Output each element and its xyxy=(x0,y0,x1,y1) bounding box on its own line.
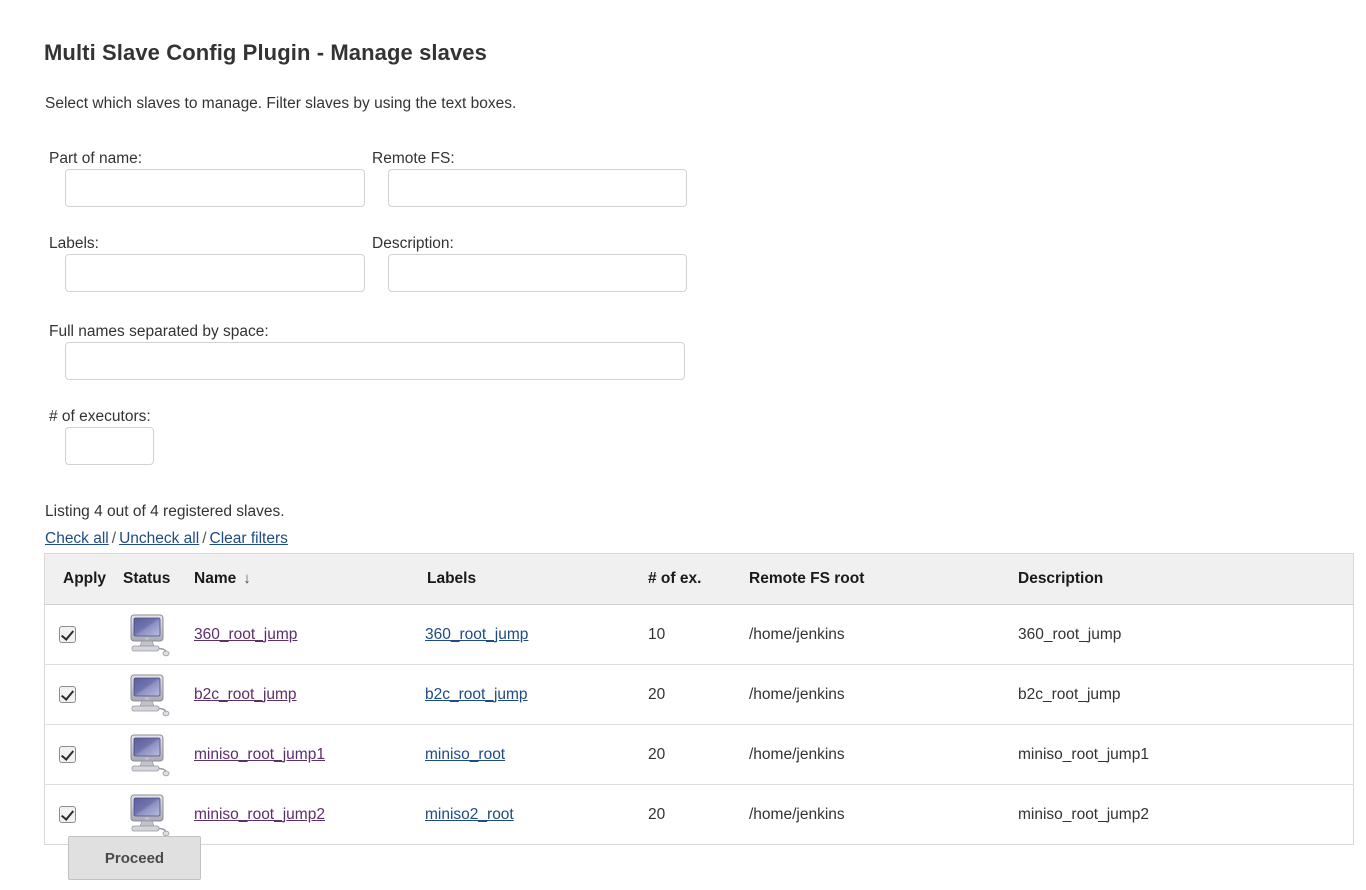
manage-slaves-page: Multi Slave Config Plugin - Manage slave… xyxy=(0,0,1366,890)
remote-fs-root-cell: /home/jenkins xyxy=(749,665,1018,725)
executors-cell: 20 xyxy=(648,725,749,785)
apply-cell xyxy=(45,605,118,665)
remote-fs-label: Remote FS: xyxy=(372,150,455,168)
column-header-apply-label: Apply xyxy=(59,570,117,588)
column-header-description-label: Description xyxy=(1018,570,1353,588)
status-cell xyxy=(117,725,194,785)
labels-input[interactable] xyxy=(65,254,365,292)
bulk-action-links: Check all/Uncheck all/Clear filters xyxy=(45,530,288,548)
full-names-label: Full names separated by space: xyxy=(49,323,269,341)
remote-fs-input[interactable] xyxy=(388,169,687,207)
description-cell: 360_root_jump xyxy=(1018,605,1354,665)
description-cell: b2c_root_jump xyxy=(1018,665,1354,725)
table-header-row: Apply Status Name↓ Labels # of ex. Remot… xyxy=(45,554,1354,605)
description-input[interactable] xyxy=(388,254,687,292)
slave-label-link[interactable]: 360_root_jump xyxy=(425,626,528,643)
slave-label-link[interactable]: miniso_root xyxy=(425,746,505,763)
slave-name-link[interactable]: miniso_root_jump1 xyxy=(194,746,325,763)
slave-name-link[interactable]: b2c_root_jump xyxy=(194,686,297,703)
labels-cell: 360_root_jump xyxy=(425,605,648,665)
part-of-name-input[interactable] xyxy=(65,169,365,207)
check-all-link[interactable]: Check all xyxy=(45,530,109,547)
description-cell: miniso_root_jump2 xyxy=(1018,785,1354,845)
sort-descending-icon[interactable]: ↓ xyxy=(236,570,251,587)
column-header-name[interactable]: Name↓ xyxy=(194,554,425,605)
column-header-status[interactable]: Status xyxy=(117,554,194,605)
apply-checkbox[interactable] xyxy=(59,746,76,763)
computer-monitor-icon xyxy=(117,793,193,837)
table-row: miniso_root_jump1 miniso_root 20/home/jenk… xyxy=(45,725,1354,785)
slaves-table: Apply Status Name↓ Labels # of ex. Remot… xyxy=(44,553,1354,845)
status-cell xyxy=(117,665,194,725)
executors-label: # of executors: xyxy=(49,408,151,426)
apply-checkbox[interactable] xyxy=(59,626,76,643)
slave-label-link[interactable]: b2c_root_jump xyxy=(425,686,528,703)
slaves-table-header: Apply Status Name↓ Labels # of ex. Remot… xyxy=(45,554,1354,605)
column-header-labels-label: Labels xyxy=(425,570,648,588)
link-separator-1: / xyxy=(109,530,119,547)
full-names-input[interactable] xyxy=(65,342,685,380)
column-header-apply[interactable]: Apply xyxy=(45,554,118,605)
executors-cell: 20 xyxy=(648,665,749,725)
name-cell: b2c_root_jump xyxy=(194,665,425,725)
name-cell: miniso_root_jump1 xyxy=(194,725,425,785)
executors-cell: 10 xyxy=(648,605,749,665)
slave-name-link[interactable]: 360_root_jump xyxy=(194,626,297,643)
column-header-status-label: Status xyxy=(117,570,194,588)
executors-cell: 20 xyxy=(648,785,749,845)
apply-cell xyxy=(45,665,118,725)
link-separator-2: / xyxy=(199,530,209,547)
remote-fs-root-cell: /home/jenkins xyxy=(749,785,1018,845)
status-cell xyxy=(117,605,194,665)
proceed-button[interactable]: Proceed xyxy=(68,836,201,880)
slaves-table-body: 360_root_jump 360_root_jump 10/home/jenkin… xyxy=(45,605,1354,845)
apply-checkbox[interactable] xyxy=(59,806,76,823)
computer-monitor-icon xyxy=(117,733,193,777)
apply-checkbox[interactable] xyxy=(59,686,76,703)
listing-summary: Listing 4 out of 4 registered slaves. xyxy=(45,503,285,521)
description-label: Description: xyxy=(372,235,454,253)
name-cell: miniso_root_jump2 xyxy=(194,785,425,845)
column-header-name-label: Name xyxy=(194,570,236,587)
remote-fs-root-cell: /home/jenkins xyxy=(749,605,1018,665)
description-cell: miniso_root_jump1 xyxy=(1018,725,1354,785)
labels-cell: b2c_root_jump xyxy=(425,665,648,725)
page-subtitle: Select which slaves to manage. Filter sl… xyxy=(45,95,516,113)
uncheck-all-link[interactable]: Uncheck all xyxy=(119,530,199,547)
clear-filters-link[interactable]: Clear filters xyxy=(210,530,288,547)
table-row: b2c_root_jump b2c_root_jump 20/home/jenkin… xyxy=(45,665,1354,725)
table-row: 360_root_jump 360_root_jump 10/home/jenkin… xyxy=(45,605,1354,665)
remote-fs-root-cell: /home/jenkins xyxy=(749,725,1018,785)
labels-label: Labels: xyxy=(49,235,99,253)
labels-cell: miniso_root xyxy=(425,725,648,785)
slave-label-link[interactable]: miniso2_root xyxy=(425,806,514,823)
column-header-remote-fs-root[interactable]: Remote FS root xyxy=(749,554,1018,605)
executors-input[interactable] xyxy=(65,427,154,465)
column-header-executors-label: # of ex. xyxy=(648,570,749,588)
column-header-remote-fs-root-label: Remote FS root xyxy=(749,570,1018,588)
column-header-executors[interactable]: # of ex. xyxy=(648,554,749,605)
slave-name-link[interactable]: miniso_root_jump2 xyxy=(194,806,325,823)
computer-monitor-icon xyxy=(117,673,193,717)
labels-cell: miniso2_root xyxy=(425,785,648,845)
part-of-name-label: Part of name: xyxy=(49,150,142,168)
column-header-labels[interactable]: Labels xyxy=(425,554,648,605)
page-title: Multi Slave Config Plugin - Manage slave… xyxy=(44,40,487,66)
name-cell: 360_root_jump xyxy=(194,605,425,665)
computer-monitor-icon xyxy=(117,613,193,657)
apply-cell xyxy=(45,725,118,785)
table-row: miniso_root_jump2 miniso2_root 20/home/jen… xyxy=(45,785,1354,845)
column-header-description[interactable]: Description xyxy=(1018,554,1354,605)
